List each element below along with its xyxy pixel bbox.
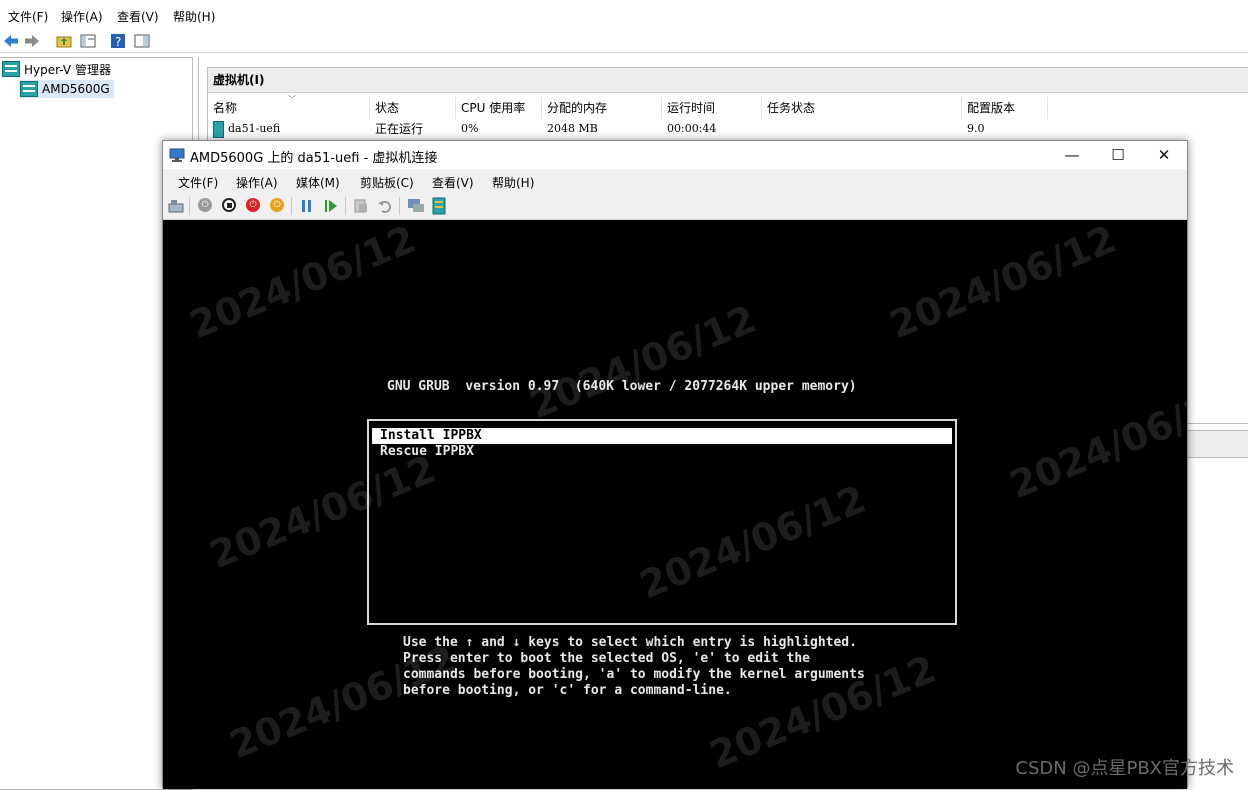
- hyperv-manager-icon: [2, 61, 20, 77]
- vm-console-screen[interactable]: 2024/06/12 2024/06/12 2024/06/12 2024/06…: [163, 220, 1187, 789]
- col-cpu[interactable]: CPU 使用率: [456, 97, 542, 119]
- grub-help-line: before booting, or 'c' for a command-lin…: [403, 683, 732, 698]
- vm-menu-media[interactable]: 媒体(M): [296, 174, 340, 191]
- forward-arrow-icon[interactable]: [24, 33, 40, 49]
- menu-file[interactable]: 文件(F): [8, 8, 48, 25]
- col-config-version[interactable]: 配置版本: [962, 97, 1048, 119]
- pause-icon[interactable]: [300, 199, 314, 213]
- checkpoint-icon[interactable]: [353, 198, 369, 214]
- vm-window-title: AMD5600G 上的 da51-uefi - 虚拟机连接: [190, 151, 438, 166]
- hyperv-toolbar: ?: [0, 30, 1248, 53]
- turn-off-icon[interactable]: [222, 198, 236, 212]
- vm-menu-clipboard[interactable]: 剪贴板(C): [360, 174, 414, 191]
- vm-cpu: 0%: [461, 122, 479, 135]
- grub-help-line: Use the ↑ and ↓ keys to select which ent…: [403, 635, 857, 650]
- vm-panel-title: 虚拟机(I): [208, 68, 1248, 93]
- col-state[interactable]: 状态: [370, 97, 456, 119]
- grub-help-line: Press enter to boot the selected OS, 'e'…: [403, 651, 810, 666]
- show-hide-tree-icon[interactable]: [80, 33, 96, 49]
- csdn-watermark: CSDN @点星PBX官方技术: [1015, 758, 1234, 779]
- vm-uptime: 00:00:44: [667, 122, 717, 135]
- action-pane-icon[interactable]: [134, 33, 150, 49]
- svg-text:?: ?: [115, 35, 121, 49]
- vm-window-titlebar[interactable]: AMD5600G 上的 da51-uefi - 虚拟机连接 — ☐ ✕: [163, 141, 1187, 169]
- vm-task-status: [762, 120, 962, 138]
- col-task-status[interactable]: 任务状态: [762, 97, 962, 119]
- grub-header: GNU GRUB version 0.97 (640K lower / 2077…: [387, 379, 857, 394]
- help-icon[interactable]: ?: [110, 33, 126, 49]
- maximize-button[interactable]: ☐: [1095, 141, 1141, 169]
- hyperv-menubar: 文件(F) 操作(A) 查看(V) 帮助(H): [0, 0, 1248, 30]
- vm-connection-window: AMD5600G 上的 da51-uefi - 虚拟机连接 — ☐ ✕ 文件(F…: [162, 140, 1188, 789]
- vm-menu-action[interactable]: 操作(A): [236, 174, 278, 191]
- menu-help[interactable]: 帮助(H): [173, 8, 215, 25]
- vm-connect-icon: [169, 148, 185, 162]
- close-button[interactable]: ✕: [1141, 141, 1187, 169]
- start-icon[interactable]: ⏻: [198, 198, 212, 212]
- grub-help-line: commands before booting, 'a' to modify t…: [403, 667, 865, 682]
- col-uptime[interactable]: 运行时间: [662, 97, 762, 119]
- vm-memory: 2048 MB: [547, 122, 598, 135]
- up-folder-icon[interactable]: [56, 33, 72, 49]
- grub-help-text: Use the ↑ and ↓ keys to select which ent…: [403, 635, 865, 699]
- server-icon: [20, 81, 38, 97]
- tree-root-hyperv-manager[interactable]: Hyper-V 管理器: [2, 60, 111, 78]
- col-memory[interactable]: 分配的内存: [542, 97, 662, 119]
- menu-view[interactable]: 查看(V): [117, 8, 159, 25]
- vm-menu-file[interactable]: 文件(F): [178, 174, 218, 191]
- tree-item-server[interactable]: AMD5600G: [20, 80, 114, 98]
- vm-name: da51-uefi: [228, 122, 281, 135]
- save-state-icon[interactable]: ⏻: [270, 198, 284, 212]
- shut-down-icon[interactable]: ⏻: [246, 198, 260, 212]
- vm-menu-help[interactable]: 帮助(H): [492, 174, 534, 191]
- grub-menu-box: Install IPPBX Rescue IPPBX: [367, 419, 957, 625]
- grub-entry-install[interactable]: Install IPPBX: [372, 428, 952, 444]
- sort-chevron-icon: ﹀: [288, 95, 296, 104]
- vm-menu-view[interactable]: 查看(V): [432, 174, 474, 191]
- revert-icon[interactable]: [377, 198, 393, 214]
- vm-config-version: 9.0: [967, 122, 985, 135]
- minimize-button[interactable]: —: [1049, 141, 1095, 169]
- enhanced-session-icon[interactable]: [407, 198, 425, 214]
- grub-entry-rescue[interactable]: Rescue IPPBX: [372, 444, 474, 460]
- vm-menubar: 文件(F) 操作(A) 媒体(M) 剪贴板(C) 查看(V) 帮助(H): [163, 169, 1187, 193]
- vm-toolbar: ⏻ ⏻ ⏻: [163, 193, 1187, 220]
- menu-action[interactable]: 操作(A): [61, 8, 103, 25]
- vm-state: 正在运行: [375, 122, 424, 136]
- back-arrow-icon[interactable]: [3, 33, 19, 49]
- ctrl-alt-del-icon[interactable]: [168, 198, 184, 214]
- vm-icon: [213, 120, 224, 138]
- resume-icon[interactable]: [324, 199, 338, 213]
- share-icon[interactable]: [431, 197, 447, 215]
